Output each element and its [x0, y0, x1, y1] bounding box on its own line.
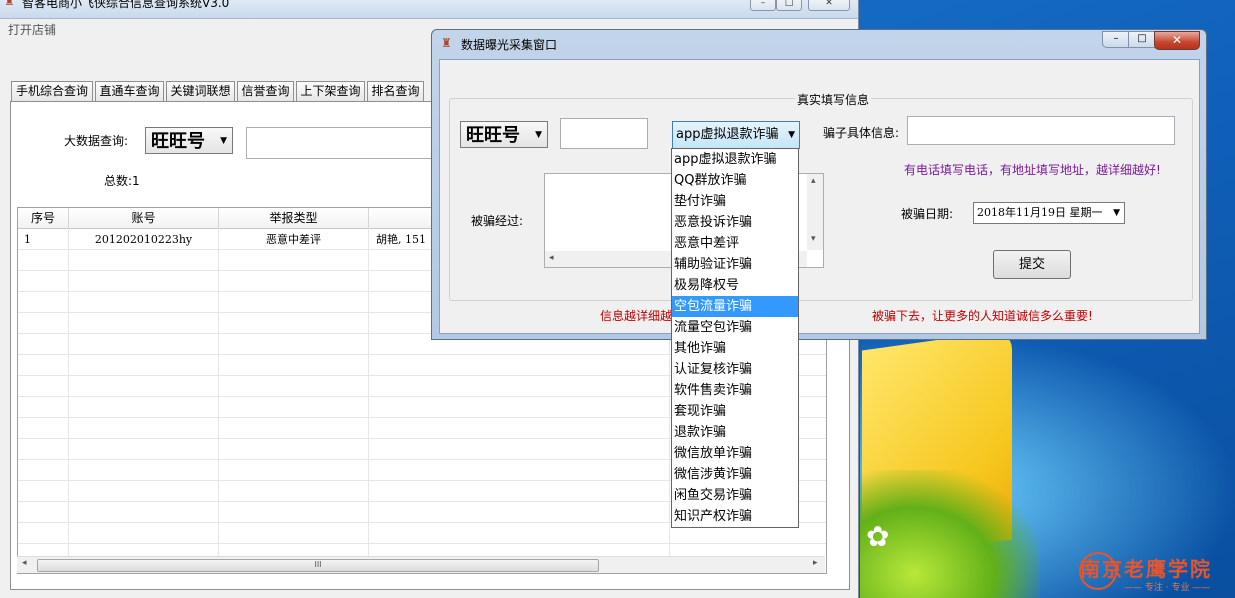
chevron-down-icon: ▼ — [1113, 208, 1120, 218]
tab-listing-query[interactable]: 上下架查询 — [296, 81, 365, 101]
id-type-value: 旺旺号 — [466, 125, 520, 146]
tab-ranking-query[interactable]: 排名查询 — [367, 81, 424, 101]
dropdown-option[interactable]: 空包流量诈骗 — [672, 296, 798, 317]
scroll-up-icon[interactable]: ▴ — [811, 176, 816, 186]
dropdown-option[interactable]: 极易降权号 — [672, 275, 798, 296]
fraud-type-dropdown-list: app虚拟退款诈骗 QQ群放诈骗 垫付诈骗 恶意投诉诈骗 恶意中差评 辅助验证诈骗 极易降权… — [671, 148, 799, 528]
dialog-app-icon: ♜ — [441, 36, 452, 50]
dropdown-option[interactable]: 其他诈骗 — [672, 338, 798, 359]
cell-account: 201202010223hy — [94, 233, 193, 246]
scrollbar-thumb[interactable]: III — [37, 559, 599, 572]
dropdown-option[interactable]: 恶意投诉诈骗 — [672, 212, 798, 233]
dropdown-option[interactable]: 认证复核诈骗 — [672, 359, 798, 380]
column-header-account[interactable]: 账号 — [69, 208, 219, 229]
hint-text: 有电话填写电话，有地址填写地址，越详细越好! — [904, 163, 1161, 177]
group-title: 真实填写信息 — [795, 91, 872, 108]
process-label: 被骗经过: — [471, 214, 524, 228]
dialog-title: 数据曝光采集窗口 — [461, 38, 558, 52]
dialog-close-button[interactable]: ✕ — [1154, 31, 1200, 50]
dropdown-option[interactable]: QQ群放诈骗 — [672, 170, 798, 191]
main-close-button[interactable]: ✕ — [808, 0, 850, 11]
dialog-body: 真实填写信息 旺旺号 ▼ app虚拟退款诈骗 ▼ 骗子具体信息: 有电话填写电话… — [439, 59, 1200, 334]
watermark-subtext: —— 专注 · 专业 —— — [1124, 583, 1211, 593]
date-value: 2018年11月19日 星期一 — [977, 206, 1103, 219]
dropdown-option[interactable]: 垫付诈骗 — [672, 191, 798, 212]
main-minimize-button[interactable]: – — [750, 0, 776, 11]
watermark-text: 南京老鹰学院 — [1080, 557, 1212, 581]
bigdata-query-label: 大数据查询: — [64, 134, 129, 148]
menu-open-store[interactable]: 打开店铺 — [8, 21, 56, 38]
dropdown-option[interactable]: 恶意中差评 — [672, 233, 798, 254]
dropdown-option[interactable]: 流量空包诈骗 — [672, 317, 798, 338]
bigdata-type-select[interactable]: 旺旺号 ▼ — [145, 127, 233, 154]
main-window-title: 智客电商小飞侠综合信息查询系统V3.0 — [22, 0, 230, 10]
scroll-down-icon[interactable]: ▾ — [811, 234, 816, 244]
fraud-type-select[interactable]: app虚拟退款诈骗 ▼ — [672, 121, 800, 149]
cell-index: 1 — [24, 233, 31, 246]
tab-credit-query[interactable]: 信誉查询 — [237, 81, 294, 101]
date-picker[interactable]: 2018年11月19日 星期一 ▼ — [973, 202, 1125, 224]
chevron-down-icon: ▼ — [535, 130, 542, 140]
total-count: 总数:1 — [104, 174, 140, 188]
date-label: 被骗日期: — [901, 207, 954, 221]
column-header-report-type[interactable]: 举报类型 — [219, 208, 369, 229]
cell-report-type: 恶意中差评 — [266, 233, 321, 246]
textarea-vertical-scrollbar[interactable]: ▴ ▾ — [807, 174, 823, 250]
column-header-index[interactable]: 序号 — [18, 208, 69, 229]
warning-left: 信息越详细越 — [600, 309, 673, 323]
scroll-right-icon[interactable]: ▸ — [813, 558, 818, 568]
scrollbar-grip: III — [314, 560, 322, 569]
dropdown-option[interactable]: 知识产权诈骗 — [672, 506, 798, 527]
bigdata-type-value: 旺旺号 — [151, 131, 205, 152]
chevron-down-icon: ▼ — [788, 122, 795, 148]
tab-through-train[interactable]: 直通车查询 — [95, 81, 164, 101]
cell-detail: 胡艳, 151 — [376, 233, 426, 246]
tab-keyword-suggest[interactable]: 关键词联想 — [166, 81, 235, 101]
horizontal-scrollbar[interactable]: ◂ III ▸ — [17, 556, 825, 573]
dialog-minimize-button[interactable]: – — [1102, 31, 1130, 48]
dropdown-option[interactable]: 套现诈骗 — [672, 401, 798, 422]
wallpaper-flower-icon: ✿ — [866, 520, 890, 553]
main-maximize-button[interactable]: □ — [776, 0, 802, 11]
dropdown-option[interactable]: 退款诈骗 — [672, 422, 798, 443]
dialog-maximize-button[interactable]: □ — [1128, 31, 1156, 48]
dropdown-option[interactable]: 微信放单诈骗 — [672, 443, 798, 464]
id-type-select[interactable]: 旺旺号 ▼ — [460, 121, 548, 148]
scroll-left-icon[interactable]: ◂ — [549, 253, 554, 263]
data-exposure-dialog: ♜ 数据曝光采集窗口 – □ ✕ 真实填写信息 旺旺号 ▼ app虚拟退款诈骗 … — [431, 29, 1207, 340]
warning-right: 被骗下去，让更多的人知道诚信多么重要! — [872, 309, 1093, 323]
fraud-type-value: app虚拟退款诈骗 — [676, 127, 779, 142]
id-value-input[interactable] — [560, 118, 648, 149]
fraud-info-input[interactable] — [907, 116, 1175, 145]
app-icon: ♜ — [4, 0, 15, 8]
chevron-down-icon: ▼ — [220, 136, 227, 146]
dropdown-option[interactable]: 闲鱼交易诈骗 — [672, 485, 798, 506]
dropdown-option[interactable]: app虚拟退款诈骗 — [672, 149, 798, 170]
main-title-bar[interactable]: ♜ 智客电商小飞侠综合信息查询系统V3.0 – □ ✕ — [0, 0, 858, 19]
dropdown-option[interactable]: 微信涉黄诈骗 — [672, 464, 798, 485]
fraud-info-label: 骗子具体信息: — [823, 126, 900, 140]
submit-button[interactable]: 提交 — [993, 250, 1071, 279]
dropdown-option[interactable]: 辅助验证诈骗 — [672, 254, 798, 275]
bigdata-query-input[interactable] — [246, 127, 438, 159]
tab-mobile-query[interactable]: 手机综合查询 — [11, 81, 93, 101]
scroll-left-icon[interactable]: ◂ — [22, 558, 27, 568]
dropdown-option[interactable]: 软件售卖诈骗 — [672, 380, 798, 401]
